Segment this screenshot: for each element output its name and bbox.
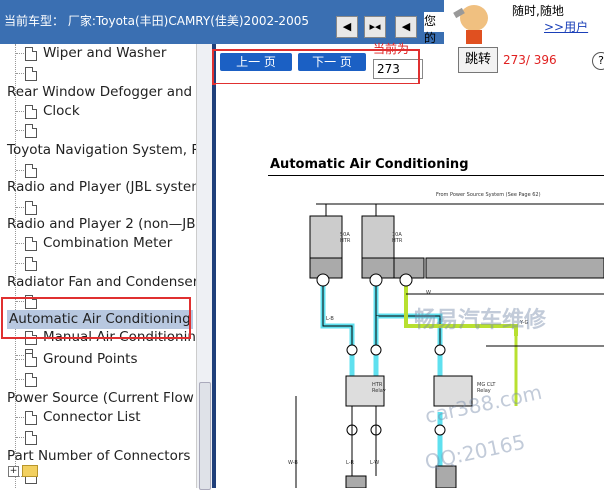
tree-branch-line bbox=[16, 355, 24, 356]
ad-banner[interactable]: 随时,随地 >>用户 bbox=[504, 0, 604, 44]
ad-user-link[interactable]: >>用户 bbox=[544, 18, 588, 35]
tree-item-label: Ground Points bbox=[43, 351, 138, 367]
watermark-brand: 畅易汽车维修 bbox=[414, 308, 547, 333]
folder-icon bbox=[22, 465, 38, 477]
tree-scrollbar-thumb[interactable] bbox=[199, 382, 211, 490]
diagram-title: Automatic Air Conditioning bbox=[270, 157, 469, 172]
tree-branch-line bbox=[16, 207, 24, 208]
tree-item-label: Clock bbox=[43, 103, 80, 119]
tree-item-label: Part Number of Connectors bbox=[7, 448, 191, 464]
tree-item-label: Radiator Fan and Condenser Fa bbox=[7, 274, 196, 290]
document-icon bbox=[25, 411, 37, 425]
document-icon bbox=[25, 257, 37, 271]
document-icon bbox=[25, 47, 37, 61]
tree-branch-line bbox=[16, 379, 24, 380]
tree-branch-line bbox=[16, 243, 24, 244]
tree-branch-line bbox=[16, 417, 24, 418]
tree-item-label: Radio and Player 2 (non—JBL s bbox=[7, 216, 196, 232]
notice-text: 您的 bbox=[424, 12, 444, 45]
wire-label-wb: W-B bbox=[288, 460, 298, 466]
highlight-box-tree bbox=[1, 297, 191, 339]
document-icon bbox=[25, 237, 37, 251]
document-icon bbox=[25, 124, 37, 138]
document-icon bbox=[25, 373, 37, 387]
expand-icon[interactable]: + bbox=[8, 466, 19, 477]
page-count: 273/ 396 bbox=[503, 53, 557, 67]
fuse-10a-htr bbox=[361, 215, 395, 259]
help-icon[interactable]: ? bbox=[592, 52, 604, 70]
wire-label-w: W bbox=[426, 290, 431, 296]
tree-item-label: Rear Window Defogger and M bbox=[7, 84, 196, 100]
ad-line-1: 随时,随地 bbox=[512, 4, 564, 18]
tree-branch-line bbox=[16, 130, 24, 131]
document-icon bbox=[25, 431, 37, 445]
fuse1-name: HTR bbox=[340, 238, 351, 244]
tree-branch-line bbox=[16, 437, 24, 438]
tree-branch-line bbox=[16, 111, 24, 112]
document-icon bbox=[25, 67, 37, 81]
tree-branch-line bbox=[16, 170, 24, 171]
tree-branch-line bbox=[16, 73, 24, 74]
tree-item-label: Power Source (Current Flow Ch bbox=[7, 390, 196, 406]
fuse-50a-htr bbox=[309, 215, 343, 259]
prev-section-icon[interactable]: ▸◂ bbox=[364, 16, 386, 38]
tree-branch-line bbox=[16, 359, 24, 360]
document-icon bbox=[25, 164, 37, 178]
fuse2-name: HTR bbox=[392, 238, 403, 244]
go-button[interactable]: 跳转 bbox=[458, 47, 498, 73]
tree-item-label: Wiper and Washer bbox=[43, 45, 167, 61]
document-icon bbox=[25, 201, 37, 215]
wire-label-lb: L-B bbox=[326, 316, 334, 322]
tree-item-label: Connector List bbox=[43, 409, 141, 425]
mascot-image bbox=[444, 0, 504, 44]
tree-branch-line bbox=[16, 263, 24, 264]
highlight-box-toolbar bbox=[212, 49, 420, 85]
next-section-icon[interactable]: ◀ bbox=[395, 16, 417, 38]
wire-label-lw: L-W bbox=[370, 460, 380, 466]
tree-item-label: Radio and Player (JBL systems) bbox=[7, 179, 196, 195]
relay1-sub: Relay bbox=[372, 388, 386, 394]
current-vehicle-title: 当前车型： 厂家:Toyota(丰田)CAMRY(佳美)2002-2005 bbox=[4, 14, 309, 28]
tree-branch-line bbox=[16, 53, 24, 54]
sidebar-tree[interactable]: Wiper and Washer Rear Window Defogger and… bbox=[0, 44, 196, 488]
document-icon bbox=[25, 353, 37, 367]
tree-item-label: Combination Meter bbox=[43, 235, 173, 251]
first-page-icon[interactable]: ◀ bbox=[336, 16, 358, 38]
wire-label-lr: L-R bbox=[346, 460, 354, 466]
tree-item-label: Toyota Navigation System, Rad bbox=[7, 142, 196, 158]
document-icon bbox=[25, 105, 37, 119]
